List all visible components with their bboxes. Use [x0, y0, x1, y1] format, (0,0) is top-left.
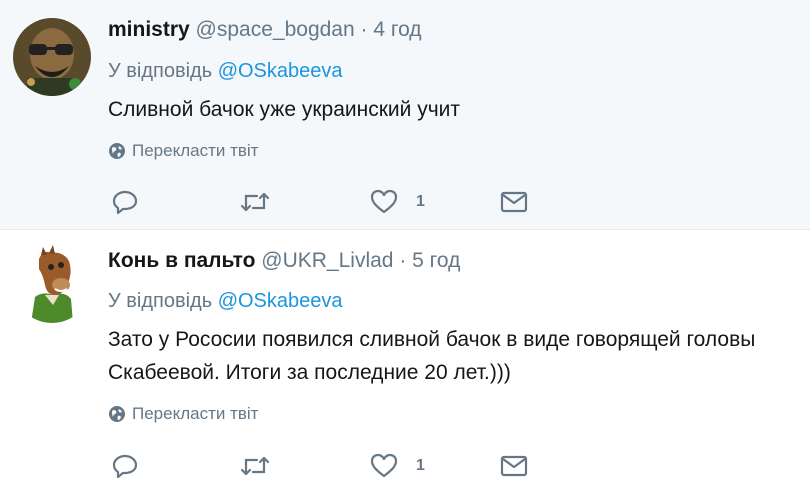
like-button[interactable]: 1	[370, 188, 425, 216]
reply-context: У відповідь @OSkabeeva	[108, 290, 343, 313]
reply-prefix: У відповідь	[108, 60, 213, 82]
tweet-text: Зато у Рососии появился сливной бачок в …	[108, 328, 756, 384]
globe-icon	[109, 406, 125, 422]
reply-mention-link[interactable]: @OSkabeeva	[218, 290, 343, 312]
reply-icon	[112, 454, 138, 479]
direct-message-button[interactable]	[500, 188, 528, 216]
avatar[interactable]	[13, 245, 91, 323]
reply-mention-link[interactable]: @OSkabeeva	[218, 60, 343, 82]
translate-tweet-link[interactable]: Перекласти твіт	[108, 141, 258, 161]
like-button[interactable]: 1	[370, 452, 425, 480]
timestamp[interactable]: 5 год	[412, 249, 460, 272]
tweet-actions: 1	[108, 452, 548, 482]
like-count: 1	[416, 193, 425, 210]
reply-button[interactable]	[111, 452, 139, 480]
tweet-header: Конь в пальто @UKR_Livlad · 5 год	[108, 249, 460, 273]
retweet-button[interactable]	[239, 188, 271, 216]
tweet[interactable]: Конь в пальто @UKR_Livlad · 5 год У відп…	[0, 230, 810, 488]
author-fullname[interactable]: Конь в пальто	[108, 249, 255, 272]
direct-message-button[interactable]	[500, 452, 528, 480]
translate-tweet-link[interactable]: Перекласти твіт	[108, 404, 258, 424]
tweet[interactable]: ministry @space_bogdan · 4 год У відпові…	[0, 0, 810, 230]
tweet-actions: 1	[108, 188, 548, 218]
reply-icon	[112, 190, 138, 215]
reply-button[interactable]	[111, 188, 139, 216]
avatar[interactable]	[13, 18, 91, 96]
author-handle[interactable]: @space_bogdan	[196, 18, 355, 41]
reply-prefix: У відповідь	[108, 290, 213, 312]
retweet-icon	[240, 456, 270, 476]
author-fullname[interactable]: ministry	[108, 18, 190, 41]
separator-dot: ·	[360, 18, 368, 41]
globe-icon	[109, 143, 125, 159]
translate-label: Перекласти твіт	[132, 141, 259, 160]
envelope-icon	[500, 191, 528, 213]
tweet-header: ministry @space_bogdan · 4 год	[108, 18, 422, 42]
reply-context: У відповідь @OSkabeeva	[108, 60, 343, 83]
like-count: 1	[416, 457, 425, 474]
timestamp[interactable]: 4 год	[373, 18, 421, 41]
heart-icon	[370, 453, 398, 478]
retweet-button[interactable]	[239, 452, 271, 480]
translate-label: Перекласти твіт	[132, 404, 259, 423]
envelope-icon	[500, 455, 528, 477]
author-handle[interactable]: @UKR_Livlad	[261, 249, 393, 272]
heart-icon	[370, 189, 398, 214]
tweet-text: Сливной бачок уже украинский учит	[108, 98, 460, 121]
retweet-icon	[240, 192, 270, 212]
separator-dot: ·	[399, 249, 407, 272]
